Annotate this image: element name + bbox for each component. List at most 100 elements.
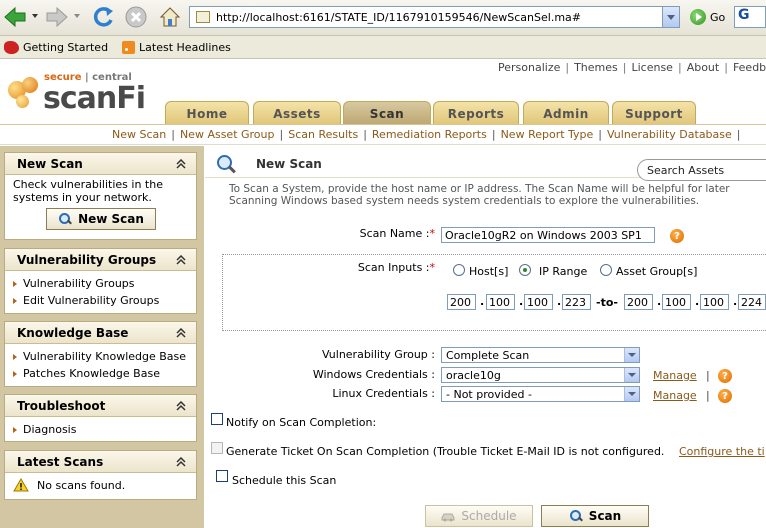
personalize-link[interactable]: Personalize — [498, 61, 560, 74]
panel-troubleshoot: Troubleshoot Diagnosis — [4, 394, 197, 442]
chevron-down-icon — [624, 368, 639, 382]
radio-asset-groups[interactable] — [600, 264, 612, 276]
ip-from-octet-3[interactable]: 100 — [524, 294, 553, 310]
ip-to-octet-4[interactable]: 224 — [738, 294, 766, 310]
scan-name-label: Scan Name :* — [359, 227, 435, 240]
ip-to-octet-1[interactable]: 200 — [624, 294, 653, 310]
bullet-icon — [13, 353, 17, 360]
tab-home[interactable]: Home — [165, 101, 249, 125]
radio-hosts-label: Host[s] — [469, 265, 509, 278]
search-icon — [569, 509, 583, 523]
manage-linux-credentials-link[interactable]: Manage — [653, 389, 697, 402]
help-icon[interactable]: ? — [718, 389, 732, 403]
subnav-scan-results[interactable]: Scan Results — [288, 128, 358, 141]
panel-title: Troubleshoot — [5, 395, 196, 417]
sidebar-item-edit-vulnerability-groups[interactable]: Edit Vulnerability Groups — [13, 292, 188, 309]
subnav-remediation-reports[interactable]: Remediation Reports — [372, 128, 487, 141]
page-title: New Scan — [256, 157, 322, 171]
url-text: http://localhost:6161/STATE_ID/116791015… — [216, 10, 581, 24]
subnav-new-scan[interactable]: New Scan — [112, 128, 166, 141]
url-dropdown-icon[interactable] — [662, 7, 679, 27]
bullet-icon — [13, 297, 17, 304]
help-icon[interactable]: ? — [718, 369, 732, 383]
sidebar-item-patches-knowledge-base[interactable]: Patches Knowledge Base — [13, 365, 188, 382]
go-button[interactable]: Go — [690, 9, 725, 25]
go-arrow-icon — [690, 9, 706, 25]
panel-knowledge-base: Knowledge Base Vulnerability Knowledge B… — [4, 321, 197, 387]
subnav-new-report-type[interactable]: New Report Type — [501, 128, 594, 141]
ip-to-label: -to- — [596, 296, 618, 309]
themes-link[interactable]: Themes — [574, 61, 618, 74]
vulnerability-group-label: Vulnerability Group : — [322, 348, 435, 361]
collapse-icon[interactable] — [176, 255, 186, 265]
chevron-down-icon — [624, 387, 639, 401]
sidebar-item-vulnerability-groups[interactable]: Vulnerability Groups — [13, 275, 188, 292]
linux-credentials-select[interactable]: - Not provided - — [441, 386, 640, 402]
tab-reports[interactable]: Reports — [433, 101, 519, 125]
go-label: Go — [710, 10, 726, 24]
notify-label: Notify on Scan Completion: — [226, 416, 377, 429]
tab-support[interactable]: Support — [612, 101, 696, 125]
scan-inputs-label: Scan Inputs :* — [357, 261, 435, 274]
forward-dropdown-icon[interactable] — [74, 14, 80, 18]
panel-title: Latest Scans — [5, 451, 196, 473]
bookmark-latest-headlines[interactable]: Latest Headlines — [122, 40, 231, 54]
scan-name-input[interactable]: Oracle10gR2 on Windows 2003 SP1 — [441, 227, 655, 243]
search-engine-icon[interactable]: G — [734, 6, 766, 28]
ip-to-octet-2[interactable]: 100 — [662, 294, 691, 310]
collapse-icon[interactable] — [176, 457, 186, 467]
tab-scan[interactable]: Scan — [343, 101, 431, 125]
ip-from-octet-4[interactable]: 223 — [562, 294, 591, 310]
new-scan-button[interactable]: New Scan — [46, 208, 156, 230]
bullet-icon — [13, 426, 17, 433]
about-link[interactable]: About — [687, 61, 720, 74]
panel-title: New Scan — [5, 153, 196, 175]
bookmark-getting-started[interactable]: Getting Started — [4, 40, 108, 54]
radio-hosts[interactable] — [453, 264, 465, 276]
ip-from-octet-2[interactable]: 100 — [486, 294, 515, 310]
ip-to-octet-3[interactable]: 100 — [700, 294, 729, 310]
tab-assets[interactable]: Assets — [253, 101, 341, 125]
search-assets-input[interactable]: Search Assets — [637, 159, 766, 181]
radio-asset-groups-label: Asset Group[s] — [616, 265, 698, 278]
tab-admin[interactable]: Admin — [523, 101, 609, 125]
help-icon[interactable]: ? — [670, 229, 684, 243]
generate-ticket-checkbox[interactable] — [211, 442, 223, 454]
main-panel: New Scan Search Assets To Scan a System,… — [205, 146, 766, 528]
url-bar[interactable]: http://localhost:6161/STATE_ID/116791015… — [189, 6, 680, 28]
collapse-icon[interactable] — [176, 401, 186, 411]
sidebar-item-diagnosis[interactable]: Diagnosis — [13, 421, 188, 438]
subnav-vulnerability-database[interactable]: Vulnerability Database — [607, 128, 732, 141]
forward-button[interactable] — [44, 4, 70, 30]
feedback-link[interactable]: Feedback — [733, 61, 766, 74]
radio-ip-range[interactable] — [519, 264, 531, 276]
license-link[interactable]: License — [631, 61, 672, 74]
subnav-new-asset-group[interactable]: New Asset Group — [180, 128, 275, 141]
back-dropdown-icon[interactable] — [32, 14, 38, 18]
back-button[interactable] — [2, 4, 28, 30]
back-arrow-icon — [4, 6, 26, 28]
schedule-checkbox[interactable] — [216, 470, 228, 482]
home-icon — [159, 7, 181, 27]
configure-ticket-link[interactable]: Configure the ti — [679, 445, 765, 458]
windows-credentials-select[interactable]: oracle10g — [441, 367, 640, 383]
forward-arrow-icon — [46, 6, 68, 28]
reload-button[interactable] — [90, 4, 116, 30]
stop-button[interactable] — [123, 4, 149, 30]
sidebar-item-vulnerability-knowledge-base[interactable]: Vulnerability Knowledge Base — [13, 348, 188, 365]
collapse-icon[interactable] — [176, 159, 186, 169]
home-button[interactable] — [157, 4, 183, 30]
ip-from-octet-1[interactable]: 200 — [447, 294, 476, 310]
panel-new-scan: New Scan Check vulnerabilities in the sy… — [4, 152, 197, 240]
schedule-button[interactable]: Schedule — [425, 505, 533, 527]
vulnerability-group-select[interactable]: Complete Scan — [441, 347, 640, 363]
stop-icon — [125, 6, 147, 28]
intro-text: To Scan a System, provide the host name … — [229, 183, 730, 207]
notify-checkbox[interactable] — [211, 413, 223, 425]
manage-windows-credentials-link[interactable]: Manage — [653, 369, 697, 382]
search-icon — [58, 212, 72, 226]
collapse-icon[interactable] — [176, 328, 186, 338]
chevron-down-icon — [624, 348, 639, 362]
page-icon — [196, 11, 210, 23]
scan-button[interactable]: Scan — [541, 505, 649, 527]
